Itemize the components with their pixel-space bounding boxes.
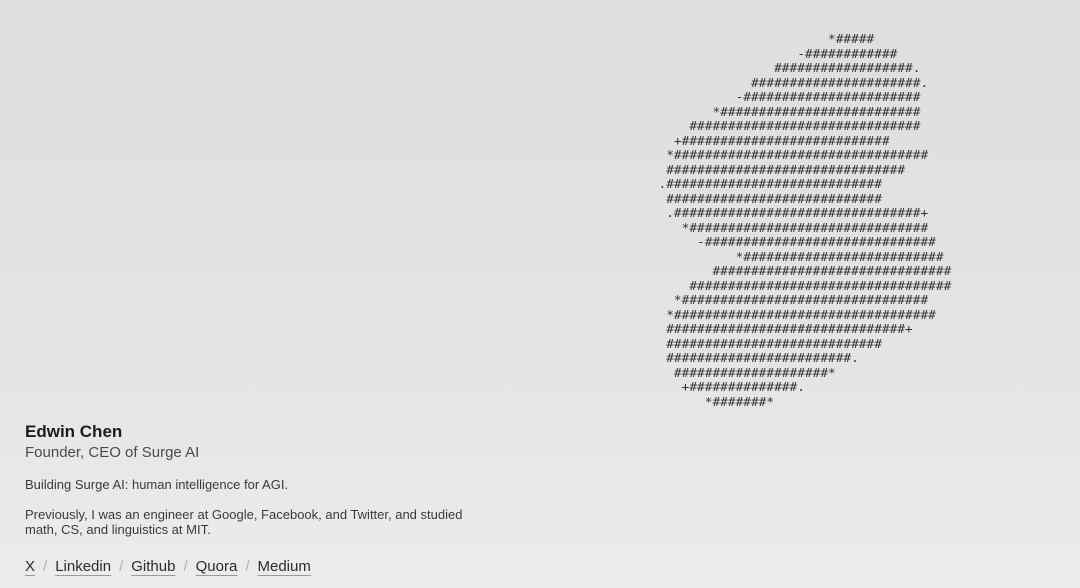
link-separator: / [119,558,124,575]
profile-name: Edwin Chen [25,422,123,441]
profile-history: Previously, I was an engineer at Google,… [25,506,463,538]
link-quora[interactable]: Quora [196,558,238,575]
link-linkedin[interactable]: Linkedin [55,558,111,575]
link-medium[interactable]: Medium [258,558,311,575]
link-separator: / [43,558,48,575]
profile-title: Founder, CEO of Surge AI [25,444,200,461]
ascii-logo-art: *##### -############ ##################.… [658,32,952,410]
profile-tagline: Building Surge AI: human intelligence fo… [25,477,289,492]
social-links: X / Linkedin / Github / Quora / Medium [25,558,311,575]
link-separator: / [245,558,250,575]
link-separator: / [183,558,188,575]
link-x[interactable]: X [25,558,35,575]
link-github[interactable]: Github [131,558,175,575]
bio-section: Edwin Chen Founder, CEO of Surge AI Buil… [25,421,465,538]
